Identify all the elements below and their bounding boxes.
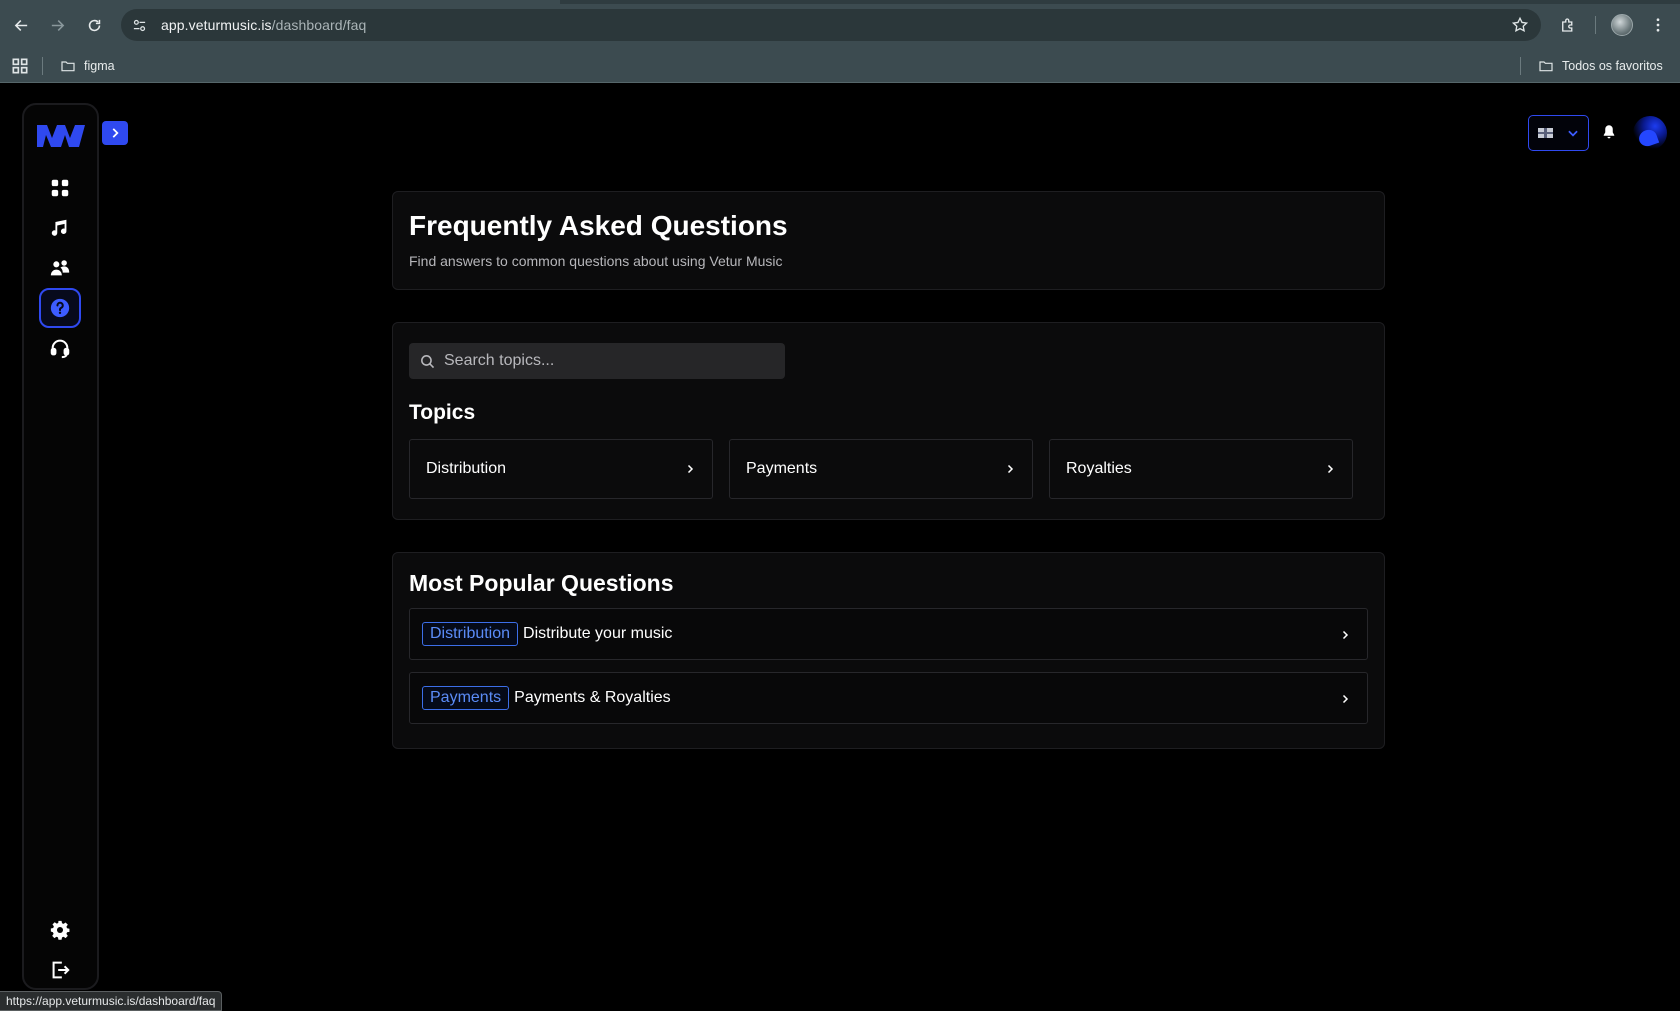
- arrow-right-icon: [51, 19, 64, 31]
- help-circle-icon: [50, 298, 70, 318]
- app-root: Frequently Asked Questions Find answers …: [0, 83, 1680, 1011]
- sidebar-item-dashboard[interactable]: [39, 168, 81, 208]
- sidebar: [22, 103, 128, 990]
- uk-flag-icon: [1538, 128, 1553, 138]
- headphones-support-icon: [50, 339, 70, 359]
- apps-grid-icon[interactable]: [10, 56, 30, 76]
- topic-royalties[interactable]: Royalties: [1049, 439, 1353, 499]
- sidebar-item-music[interactable]: [39, 208, 81, 248]
- site-settings-icon[interactable]: [123, 9, 155, 41]
- dashboard-grid-icon: [51, 179, 69, 197]
- url-text[interactable]: app.veturmusic.is/dashboard/faq: [161, 17, 366, 33]
- reload-icon: [88, 19, 100, 31]
- user-avatar[interactable]: [1633, 116, 1667, 150]
- bookmarks-separator: [42, 57, 43, 75]
- back-button[interactable]: [8, 12, 34, 38]
- topic-payments[interactable]: Payments: [729, 439, 1033, 499]
- chevron-right-icon: [687, 464, 694, 474]
- forward-button[interactable]: [44, 12, 70, 38]
- chevron-right-icon: [1327, 464, 1334, 474]
- popular-questions-card: Most Popular Questions Distribution Dist…: [392, 552, 1385, 749]
- popular-questions-heading: Most Popular Questions: [409, 570, 674, 596]
- kebab-menu-icon: [1656, 18, 1660, 32]
- chevron-right-icon: [1007, 464, 1014, 474]
- language-select[interactable]: [1528, 115, 1589, 151]
- users-icon: [50, 260, 70, 276]
- question-row-distribute[interactable]: Distribution Distribute your music: [409, 608, 1368, 660]
- sidebar-item-support[interactable]: [39, 328, 81, 368]
- sidebar-item-artists[interactable]: [39, 248, 81, 288]
- sidebar-item-faq[interactable]: [39, 288, 81, 328]
- bookmarks-bar: figma Todos os favoritos: [0, 49, 1680, 83]
- toolbar-separator: [1595, 16, 1596, 34]
- topic-label: Royalties: [1066, 460, 1132, 477]
- vetur-logo[interactable]: [35, 120, 87, 150]
- logout-icon: [52, 961, 70, 979]
- page-subtitle: Find answers to common questions about u…: [409, 253, 783, 269]
- chevron-right-icon: [112, 128, 119, 138]
- settings-gear-icon: [50, 920, 70, 940]
- all-bookmarks-folder[interactable]: Todos os favoritos: [1538, 56, 1663, 76]
- question-tag-badge: Distribution: [422, 622, 519, 646]
- faq-header-card: Frequently Asked Questions Find answers …: [392, 191, 1385, 290]
- arrow-left-icon: [14, 19, 27, 31]
- bookmark-star-icon[interactable]: [1511, 16, 1529, 34]
- sidebar-expand-button[interactable]: [102, 121, 128, 145]
- reload-button[interactable]: [81, 12, 107, 38]
- folder-icon: [61, 61, 75, 72]
- question-row-payments[interactable]: Payments Payments & Royalties: [409, 672, 1368, 724]
- chevron-right-icon: [1342, 694, 1349, 704]
- topic-distribution[interactable]: Distribution: [409, 439, 713, 499]
- tab-strip-edge: [0, 0, 1680, 4]
- bookmarks-separator-right: [1520, 57, 1521, 75]
- topics-heading: Topics: [409, 401, 476, 424]
- topics-card: Topics Distribution Payments Royalties: [392, 322, 1385, 520]
- search-box: [409, 343, 785, 379]
- topic-label: Payments: [746, 460, 818, 477]
- question-tag-badge: Payments: [422, 686, 510, 710]
- search-icon: [421, 354, 435, 368]
- search-input[interactable]: [444, 352, 764, 370]
- profile-avatar: [1611, 14, 1633, 36]
- question-text: Distribute your music: [523, 625, 673, 642]
- address-bar[interactable]: app.veturmusic.is/dashboard/faq: [121, 9, 1541, 41]
- sidebar-item-settings[interactable]: [39, 910, 81, 950]
- browser-chrome: app.veturmusic.is/dashboard/faq figma To…: [0, 0, 1680, 83]
- bookmark-folder-figma[interactable]: figma: [60, 56, 115, 76]
- browser-menu-button[interactable]: [1645, 12, 1671, 38]
- link-hover-status: https://app.veturmusic.is/dashboard/faq: [0, 991, 223, 1011]
- notification-bell-icon[interactable]: [1600, 123, 1618, 141]
- puzzle-icon: [1562, 18, 1573, 32]
- topic-label: Distribution: [426, 460, 507, 477]
- folder-icon: [1539, 61, 1553, 72]
- bookmark-label: figma: [84, 59, 115, 73]
- question-text: Payments & Royalties: [514, 689, 671, 706]
- music-note-icon: [51, 219, 67, 236]
- profile-button[interactable]: [1609, 12, 1635, 38]
- all-bookmarks-label: Todos os favoritos: [1562, 59, 1663, 73]
- chevron-right-icon: [1342, 630, 1349, 640]
- extensions-button[interactable]: [1555, 12, 1581, 38]
- chevron-down-icon: [1568, 130, 1578, 137]
- page-title: Frequently Asked Questions: [409, 210, 788, 241]
- sidebar-item-logout[interactable]: [39, 950, 81, 990]
